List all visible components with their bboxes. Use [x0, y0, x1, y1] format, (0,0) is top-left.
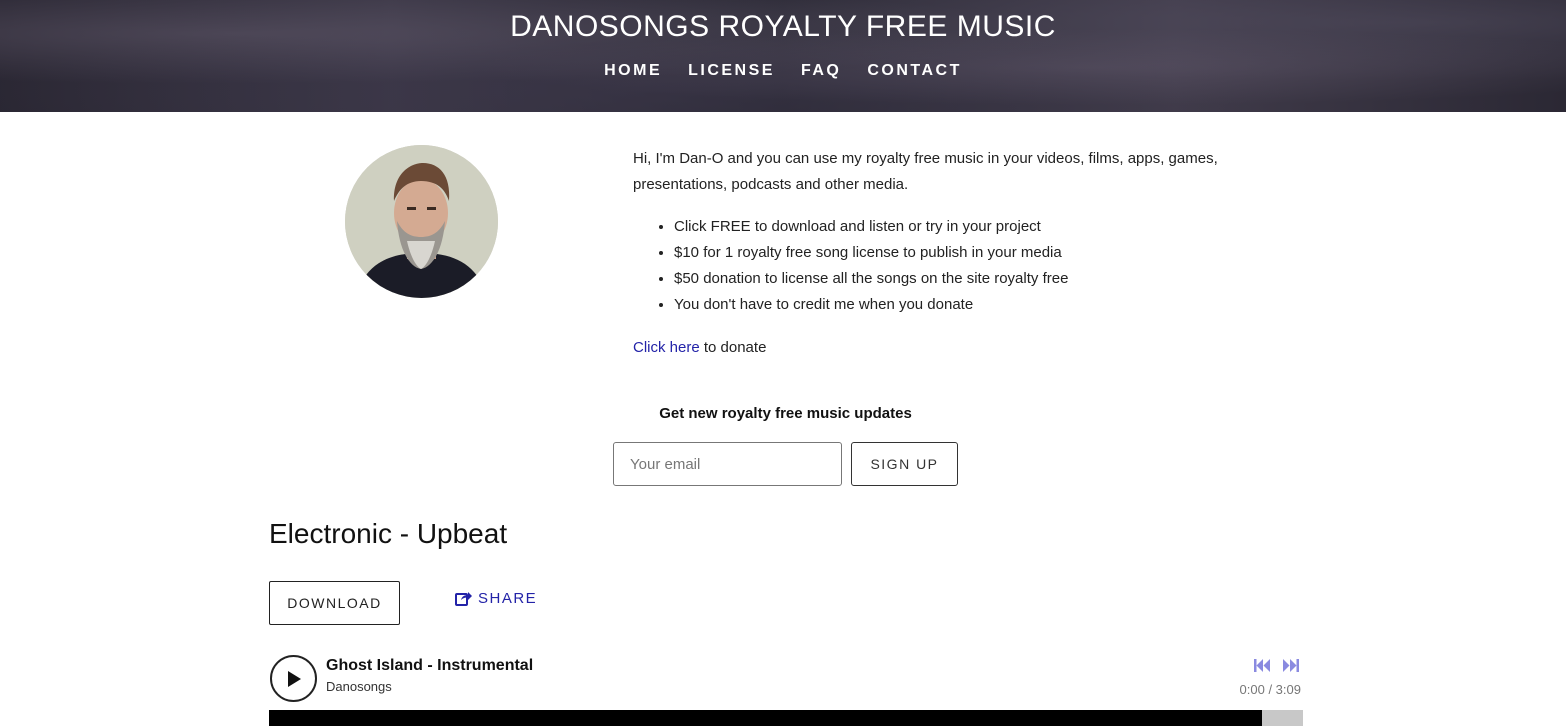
main-nav: HOME LICENSE FAQ CONTACT	[0, 62, 1566, 80]
nav-contact[interactable]: CONTACT	[867, 62, 962, 80]
email-input[interactable]	[613, 442, 842, 486]
next-track-button[interactable]	[1282, 656, 1300, 674]
section-title: Electronic - Upbeat	[269, 518, 508, 549]
site-title: DANOSONGS ROYALTY FREE MUSIC	[510, 10, 1056, 43]
share-label: SHARE	[478, 590, 538, 607]
donate-link[interactable]: Click here	[633, 339, 700, 356]
share-link[interactable]: SHARE	[455, 590, 537, 607]
play-icon	[287, 670, 301, 687]
intro-bullet: Click FREE to download and listen or try…	[674, 214, 1253, 240]
intro-bullet: $10 for 1 royalty free song license to p…	[674, 240, 1253, 266]
intro-bullets: Click FREE to download and listen or try…	[633, 214, 1253, 318]
intro-bullet: $50 donation to license all the songs on…	[674, 266, 1253, 292]
track-title: Ghost Island - Instrumental	[326, 657, 534, 674]
donate-line: Click here to donate	[633, 335, 1253, 361]
share-icon	[455, 591, 472, 606]
nav-license[interactable]: LICENSE	[688, 62, 775, 80]
site-header: DANOSONGS ROYALTY FREE MUSIC HOME LICENS…	[0, 0, 1566, 112]
signup-button[interactable]: SIGN UP	[851, 442, 958, 486]
progress-buffered	[269, 710, 1262, 726]
progress-bar[interactable]	[269, 710, 1303, 726]
avatar-portrait	[345, 145, 498, 298]
track-artist: Danosongs	[326, 679, 392, 694]
track-time: 0:00 / 3:09	[1239, 682, 1301, 697]
avatar	[345, 145, 498, 298]
nav-faq[interactable]: FAQ	[801, 62, 841, 80]
signup-title: Get new royalty free music updates	[659, 405, 912, 422]
download-button[interactable]: DOWNLOAD	[269, 581, 400, 625]
intro-section: Hi, I'm Dan-O and you can use my royalty…	[633, 146, 1253, 361]
donate-suffix: to donate	[699, 339, 767, 356]
intro-text: Hi, I'm Dan-O and you can use my royalty…	[633, 150, 1218, 193]
play-button[interactable]	[270, 655, 317, 702]
previous-track-button[interactable]	[1253, 656, 1271, 674]
skip-back-icon	[1254, 658, 1270, 672]
intro-bullet: You don't have to credit me when you don…	[674, 292, 1253, 318]
nav-home[interactable]: HOME	[604, 62, 662, 80]
skip-forward-icon	[1283, 658, 1299, 672]
